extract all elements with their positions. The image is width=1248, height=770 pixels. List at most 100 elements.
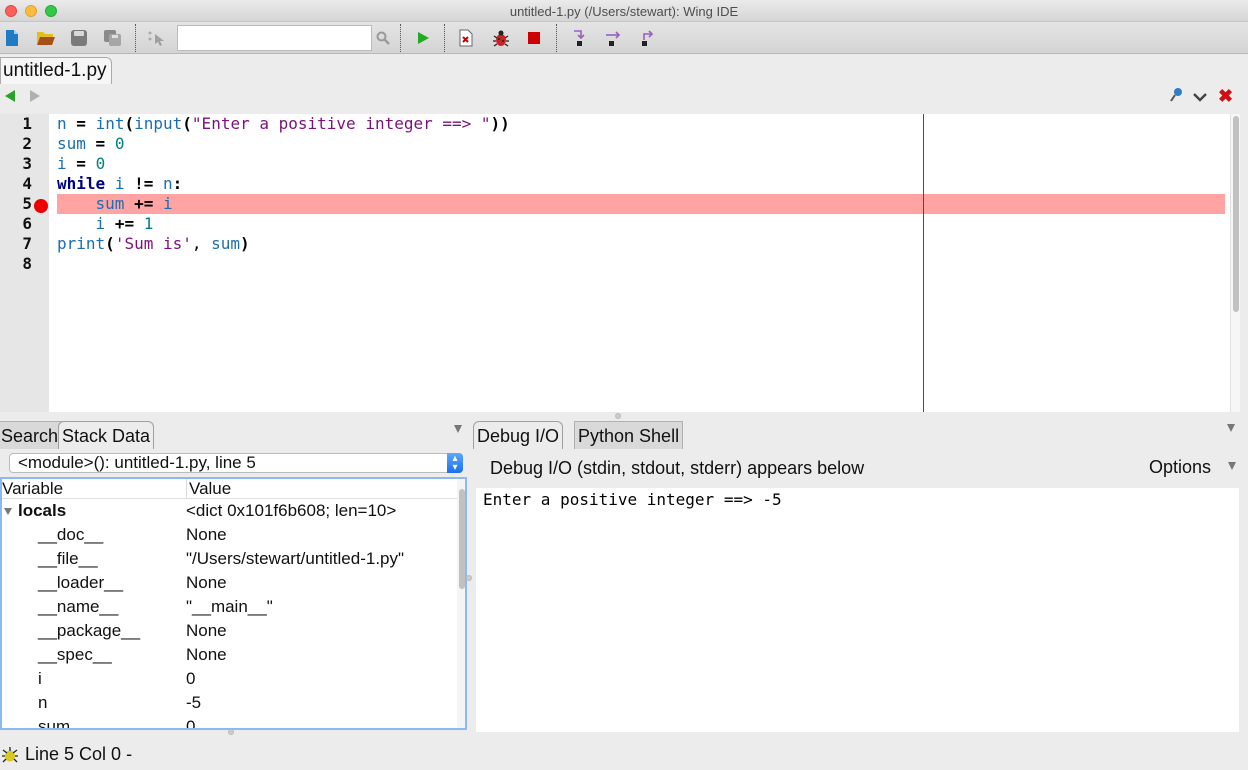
new-file-button[interactable] bbox=[1, 27, 23, 49]
tree-row[interactable]: sum 0 bbox=[2, 715, 460, 728]
variable-value: -5 bbox=[186, 693, 202, 712]
tree-scrollbar[interactable] bbox=[457, 479, 465, 728]
line-number: 6 bbox=[22, 214, 32, 233]
debug-button[interactable] bbox=[490, 27, 512, 49]
save-all-button[interactable] bbox=[102, 27, 124, 49]
stack-frame-select[interactable]: <module>(): untitled-1.py, line 5 ▴ ▾ bbox=[9, 453, 463, 473]
tree-row[interactable]: __doc__ None bbox=[2, 523, 460, 547]
editor-tab-untitled-1[interactable]: untitled-1.py bbox=[0, 57, 112, 84]
tree-row[interactable]: __file__ "/Users/stewart/untitled-1.py" bbox=[2, 547, 460, 571]
debug-file-icon bbox=[459, 29, 473, 47]
toolbar-search-input[interactable] bbox=[177, 25, 372, 51]
variable-value: None bbox=[186, 621, 227, 640]
toolbar-separator bbox=[400, 24, 401, 52]
cursor-position-status: Line 5 Col 0 - bbox=[25, 744, 133, 764]
debug-io-text: Enter a positive integer ==> -5 bbox=[483, 490, 782, 509]
pin-icon bbox=[1170, 88, 1182, 102]
step-into-icon bbox=[574, 30, 585, 46]
search-button[interactable] bbox=[372, 27, 394, 49]
line-number: 1 bbox=[22, 114, 32, 133]
options-menu[interactable]: Options bbox=[1149, 457, 1236, 478]
variable-name: locals bbox=[18, 501, 67, 520]
code-line-4: while i != n: bbox=[57, 174, 183, 193]
panel-splitter-handle[interactable] bbox=[228, 729, 234, 735]
debug-file-button[interactable] bbox=[455, 27, 477, 49]
variable-name: __package__ bbox=[38, 621, 141, 640]
editor-scrollbar-thumb[interactable] bbox=[1233, 116, 1239, 312]
code-editor[interactable]: 1 2 3 4 5 6 7 8 n = int(input("Enter a p… bbox=[0, 114, 1240, 412]
debug-io-output[interactable]: Enter a positive integer ==> -5 bbox=[476, 488, 1239, 732]
tree-row[interactable]: __loader__ None bbox=[2, 571, 460, 595]
run-button[interactable] bbox=[412, 27, 434, 49]
window-title: untitled-1.py (/Users/stewart): Wing IDE bbox=[509, 4, 739, 19]
code-line-1: n = int(input("Enter a positive integer … bbox=[57, 114, 510, 133]
horizontal-splitter-handle[interactable] bbox=[615, 413, 621, 419]
select-arrows-icon: ▴ ▾ bbox=[447, 453, 463, 473]
tab-stack-data[interactable]: Stack Data bbox=[58, 421, 155, 449]
forward-arrow-icon[interactable] bbox=[30, 90, 40, 102]
variable-name: __file__ bbox=[38, 549, 98, 568]
play-icon bbox=[418, 32, 429, 44]
open-file-button[interactable] bbox=[35, 27, 57, 49]
variable-value: None bbox=[186, 645, 227, 664]
editor-tab-bar: untitled-1.py bbox=[0, 55, 1248, 85]
tab-debug-io[interactable]: Debug I/O bbox=[473, 421, 564, 449]
expand-triangle-icon[interactable] bbox=[4, 508, 12, 515]
tree-row[interactable]: n -5 bbox=[2, 691, 460, 715]
variable-value: <dict 0x101f6b608; len=10> bbox=[186, 501, 397, 520]
tree-row[interactable]: __package__ None bbox=[2, 619, 460, 643]
line-number: 4 bbox=[22, 174, 32, 193]
stack-data-tree[interactable]: Variable Value locals <dict 0x101f6b608;… bbox=[0, 477, 467, 730]
column-variable[interactable]: Variable bbox=[2, 479, 63, 499]
tab-python-shell[interactable]: Python Shell bbox=[574, 421, 684, 449]
options-menu-button[interactable] bbox=[1193, 89, 1207, 107]
code-line-5: sum += i bbox=[95, 194, 173, 213]
editor-nav-row: ✖ bbox=[0, 85, 1248, 109]
stop-icon bbox=[528, 32, 540, 44]
step-out-button[interactable] bbox=[636, 27, 658, 49]
variable-value: "__main__" bbox=[186, 597, 273, 616]
variable-name: i bbox=[38, 669, 42, 688]
tree-row[interactable]: __name__ "__main__" bbox=[2, 595, 460, 619]
back-arrow-icon[interactable] bbox=[5, 90, 15, 102]
vertical-splitter-handle[interactable] bbox=[466, 575, 472, 581]
tree-row[interactable]: __spec__ None bbox=[2, 643, 460, 667]
close-icon: ✖ bbox=[1218, 86, 1234, 106]
tree-row[interactable]: i 0 bbox=[2, 667, 460, 691]
step-over-icon bbox=[606, 31, 621, 46]
new-file-icon bbox=[6, 30, 18, 46]
tree-row-locals[interactable]: locals <dict 0x101f6b608; len=10> bbox=[2, 499, 460, 523]
line-number: 7 bbox=[22, 234, 32, 253]
editor-scrollbar[interactable] bbox=[1230, 114, 1240, 412]
line-number-gutter[interactable]: 1 2 3 4 5 6 7 8 bbox=[0, 114, 49, 412]
bug-status-icon bbox=[1, 745, 19, 768]
save-all-icon bbox=[104, 30, 121, 46]
tree-scrollbar-thumb[interactable] bbox=[459, 489, 465, 589]
stack-frame-value: <module>(): untitled-1.py, line 5 bbox=[18, 453, 256, 472]
pin-button[interactable] bbox=[1168, 87, 1184, 108]
right-panel-tabs: Debug I/O Python Shell bbox=[473, 421, 1248, 449]
left-panel-menu-icon[interactable] bbox=[454, 425, 462, 433]
variable-name: __doc__ bbox=[38, 525, 104, 544]
variable-value: None bbox=[186, 525, 227, 544]
step-over-button[interactable] bbox=[602, 27, 624, 49]
code-lines: n = int(input("Enter a positive integer … bbox=[57, 114, 1224, 274]
stop-button[interactable] bbox=[523, 27, 545, 49]
variable-value: "/Users/stewart/untitled-1.py" bbox=[186, 549, 405, 568]
variable-value: 0 bbox=[186, 669, 196, 688]
chevron-down-icon bbox=[1193, 93, 1207, 102]
tree-header: Variable Value bbox=[2, 479, 460, 499]
close-editor-button[interactable]: ✖ bbox=[1218, 86, 1233, 107]
magnifier-icon bbox=[376, 31, 390, 45]
status-bar: Line 5 Col 0 - bbox=[0, 740, 1248, 770]
pointer-button[interactable] bbox=[146, 27, 168, 49]
tab-search[interactable]: Search bbox=[0, 421, 63, 449]
step-into-button[interactable] bbox=[568, 27, 590, 49]
save-button[interactable] bbox=[68, 27, 90, 49]
column-value[interactable]: Value bbox=[186, 479, 231, 499]
right-panel-menu-icon[interactable] bbox=[1227, 424, 1235, 432]
folder-icon bbox=[37, 32, 55, 45]
breakpoint-icon[interactable] bbox=[34, 199, 48, 213]
variable-name: __spec__ bbox=[38, 645, 112, 664]
pointer-icon bbox=[148, 31, 164, 46]
